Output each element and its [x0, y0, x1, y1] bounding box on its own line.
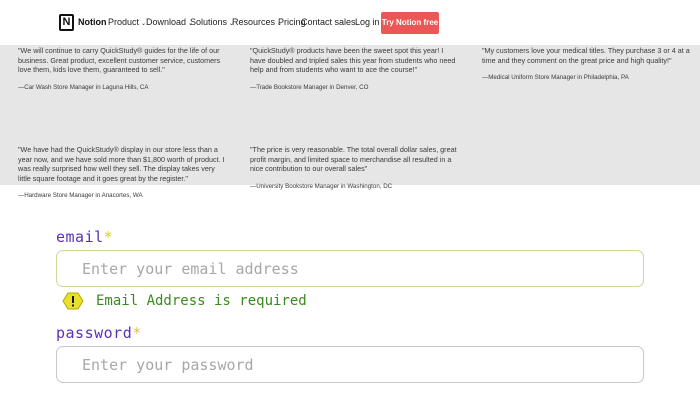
nav-download[interactable]: Download ⌄ [146, 17, 193, 27]
notion-logo-icon[interactable]: N [59, 14, 74, 31]
testimonial-text: "We will continue to carry QuickStudy® g… [18, 46, 221, 75]
testimonial-text: "We have had the QuickStudy® display in … [18, 145, 225, 183]
testimonial-attribution: —Trade Bookstore Manager in Denver, CO [250, 83, 369, 91]
testimonial-attribution: —Medical Uniform Store Manager in Philad… [482, 74, 629, 82]
nav-contact-sales[interactable]: Contact sales [301, 17, 356, 27]
testimonial: "The price is very reasonable. The total… [250, 145, 460, 191]
top-navigation-bar: N Notion Product ⌄ Download ⌄ Solutions ⌄ R… [0, 0, 700, 45]
testimonial: "We have had the QuickStudy® display in … [18, 145, 228, 201]
nav-product[interactable]: Product ⌄ [108, 17, 146, 27]
email-label: email* [56, 228, 114, 246]
testimonials-panel: "We will continue to carry QuickStudy® g… [0, 45, 700, 199]
error-text: Email Address is required [96, 293, 307, 309]
email-error-message: Email Address is required [62, 292, 307, 310]
testimonial-attribution: —Car Wash Store Manager in Laguna Hills,… [18, 83, 149, 91]
password-label: password* [56, 324, 142, 342]
testimonial-attribution: —University Bookstore Manager in Washing… [250, 182, 393, 190]
nav-resources[interactable]: Resources ⌄ [232, 17, 282, 27]
nav-log-in[interactable]: Log in [355, 17, 380, 27]
testimonial-text: "QuickStudy® products have been the swee… [250, 46, 456, 75]
nav-solutions[interactable]: Solutions ⌄ [190, 17, 234, 27]
required-asterisk: * [132, 324, 142, 342]
warning-icon [62, 292, 84, 310]
testimonial: "We will continue to carry QuickStudy® g… [18, 46, 228, 92]
testimonial-text: "The price is very reasonable. The total… [250, 145, 457, 174]
password-field[interactable] [56, 346, 644, 383]
required-asterisk: * [103, 228, 114, 246]
try-notion-free-button[interactable]: Try Notion free [381, 12, 439, 34]
testimonial-attribution: —Hardware Store Manager in Anacortes, WA [18, 192, 143, 200]
testimonial-text: "My customers love your medical titles. … [482, 46, 690, 65]
brand-name[interactable]: Notion [78, 17, 107, 27]
testimonial: "QuickStudy® products have been the swee… [250, 46, 460, 92]
testimonial: "My customers love your medical titles. … [482, 46, 690, 83]
email-field[interactable] [56, 250, 644, 287]
